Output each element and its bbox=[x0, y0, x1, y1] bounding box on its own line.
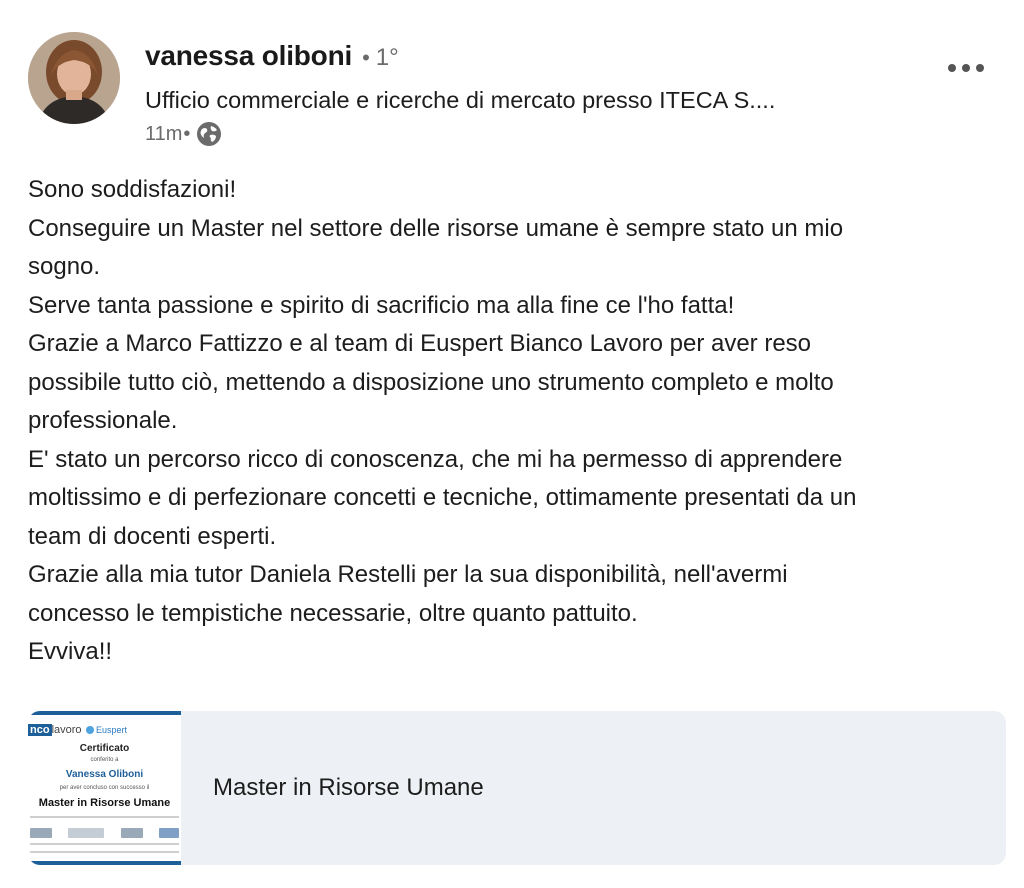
thumbnail-recipient: Vanessa Oliboni bbox=[65, 769, 144, 780]
euspert-logo-icon bbox=[86, 726, 94, 734]
post-line: Serve tanta passione e spirito di sacrif… bbox=[28, 291, 735, 319]
post-line: Grazie alla mia tutor Daniela Restelli p… bbox=[28, 561, 788, 588]
certificate-thumbnail[interactable]: nco lavoro Euspert Certificato conferito … bbox=[28, 711, 181, 865]
thumbnail-logo-left: nco lavoro bbox=[28, 724, 82, 736]
attachment-card[interactable]: nco lavoro Euspert Certificato conferito … bbox=[28, 711, 1006, 865]
thumbnail-certificate-label: Certificato bbox=[79, 743, 130, 754]
thumbnail-course: Master in Risorse Umane bbox=[38, 797, 171, 809]
linkedin-post: vanessa oliboni • 1° Ufficio commerciale… bbox=[0, 0, 1024, 888]
avatar-photo bbox=[28, 32, 120, 124]
thumbnail-logo-right: Euspert bbox=[86, 725, 127, 735]
post-line: Sono soddisfazioni! bbox=[28, 176, 237, 203]
post-meta: 11m • bbox=[145, 121, 222, 147]
thumbnail-divider bbox=[30, 816, 179, 818]
post-line: team di docenti esperti. bbox=[28, 522, 277, 550]
thumbnail-conferred: conferito a bbox=[90, 757, 119, 763]
post-line: professionale. bbox=[28, 407, 178, 434]
globe-icon bbox=[196, 121, 222, 147]
post-line: sogno. bbox=[28, 253, 101, 280]
author-name[interactable]: vanessa oliboni bbox=[145, 40, 352, 72]
author-line: vanessa oliboni • 1° bbox=[145, 40, 399, 72]
post-line: E' stato un percorso ricco di conoscenza… bbox=[28, 445, 843, 473]
attachment-title[interactable]: Master in Risorse Umane bbox=[213, 774, 484, 802]
separator-dot: • bbox=[362, 45, 370, 70]
post-time: 11m bbox=[145, 122, 183, 145]
post-text: Sono soddisfazioni! Conseguire un Master… bbox=[28, 171, 1013, 672]
more-options-icon[interactable] bbox=[944, 60, 988, 76]
post-line: Conseguire un Master nel settore delle r… bbox=[28, 214, 844, 242]
thumbnail-footer-line bbox=[30, 843, 179, 845]
post-line: concesso le tempistiche necessarie, oltr… bbox=[28, 599, 638, 627]
post-line: Grazie a Marco Fattizzo e al team di Eus… bbox=[28, 330, 812, 357]
post-line: moltissimo e di perfezionare concetti e … bbox=[28, 484, 857, 511]
post-line: possibile tutto ciò, mettendo a disposiz… bbox=[28, 368, 834, 396]
thumbnail-footer-line bbox=[30, 851, 179, 853]
connection-degree: 1° bbox=[375, 44, 399, 71]
meta-separator: • bbox=[183, 122, 191, 145]
thumbnail-completed: per aver concluso con successo il bbox=[59, 785, 150, 791]
thumbnail-badges bbox=[30, 828, 179, 838]
avatar[interactable] bbox=[28, 32, 120, 124]
post-line: Evviva!! bbox=[28, 638, 113, 665]
author-headline: Ufficio commerciale e ricerche di mercat… bbox=[145, 87, 776, 113]
